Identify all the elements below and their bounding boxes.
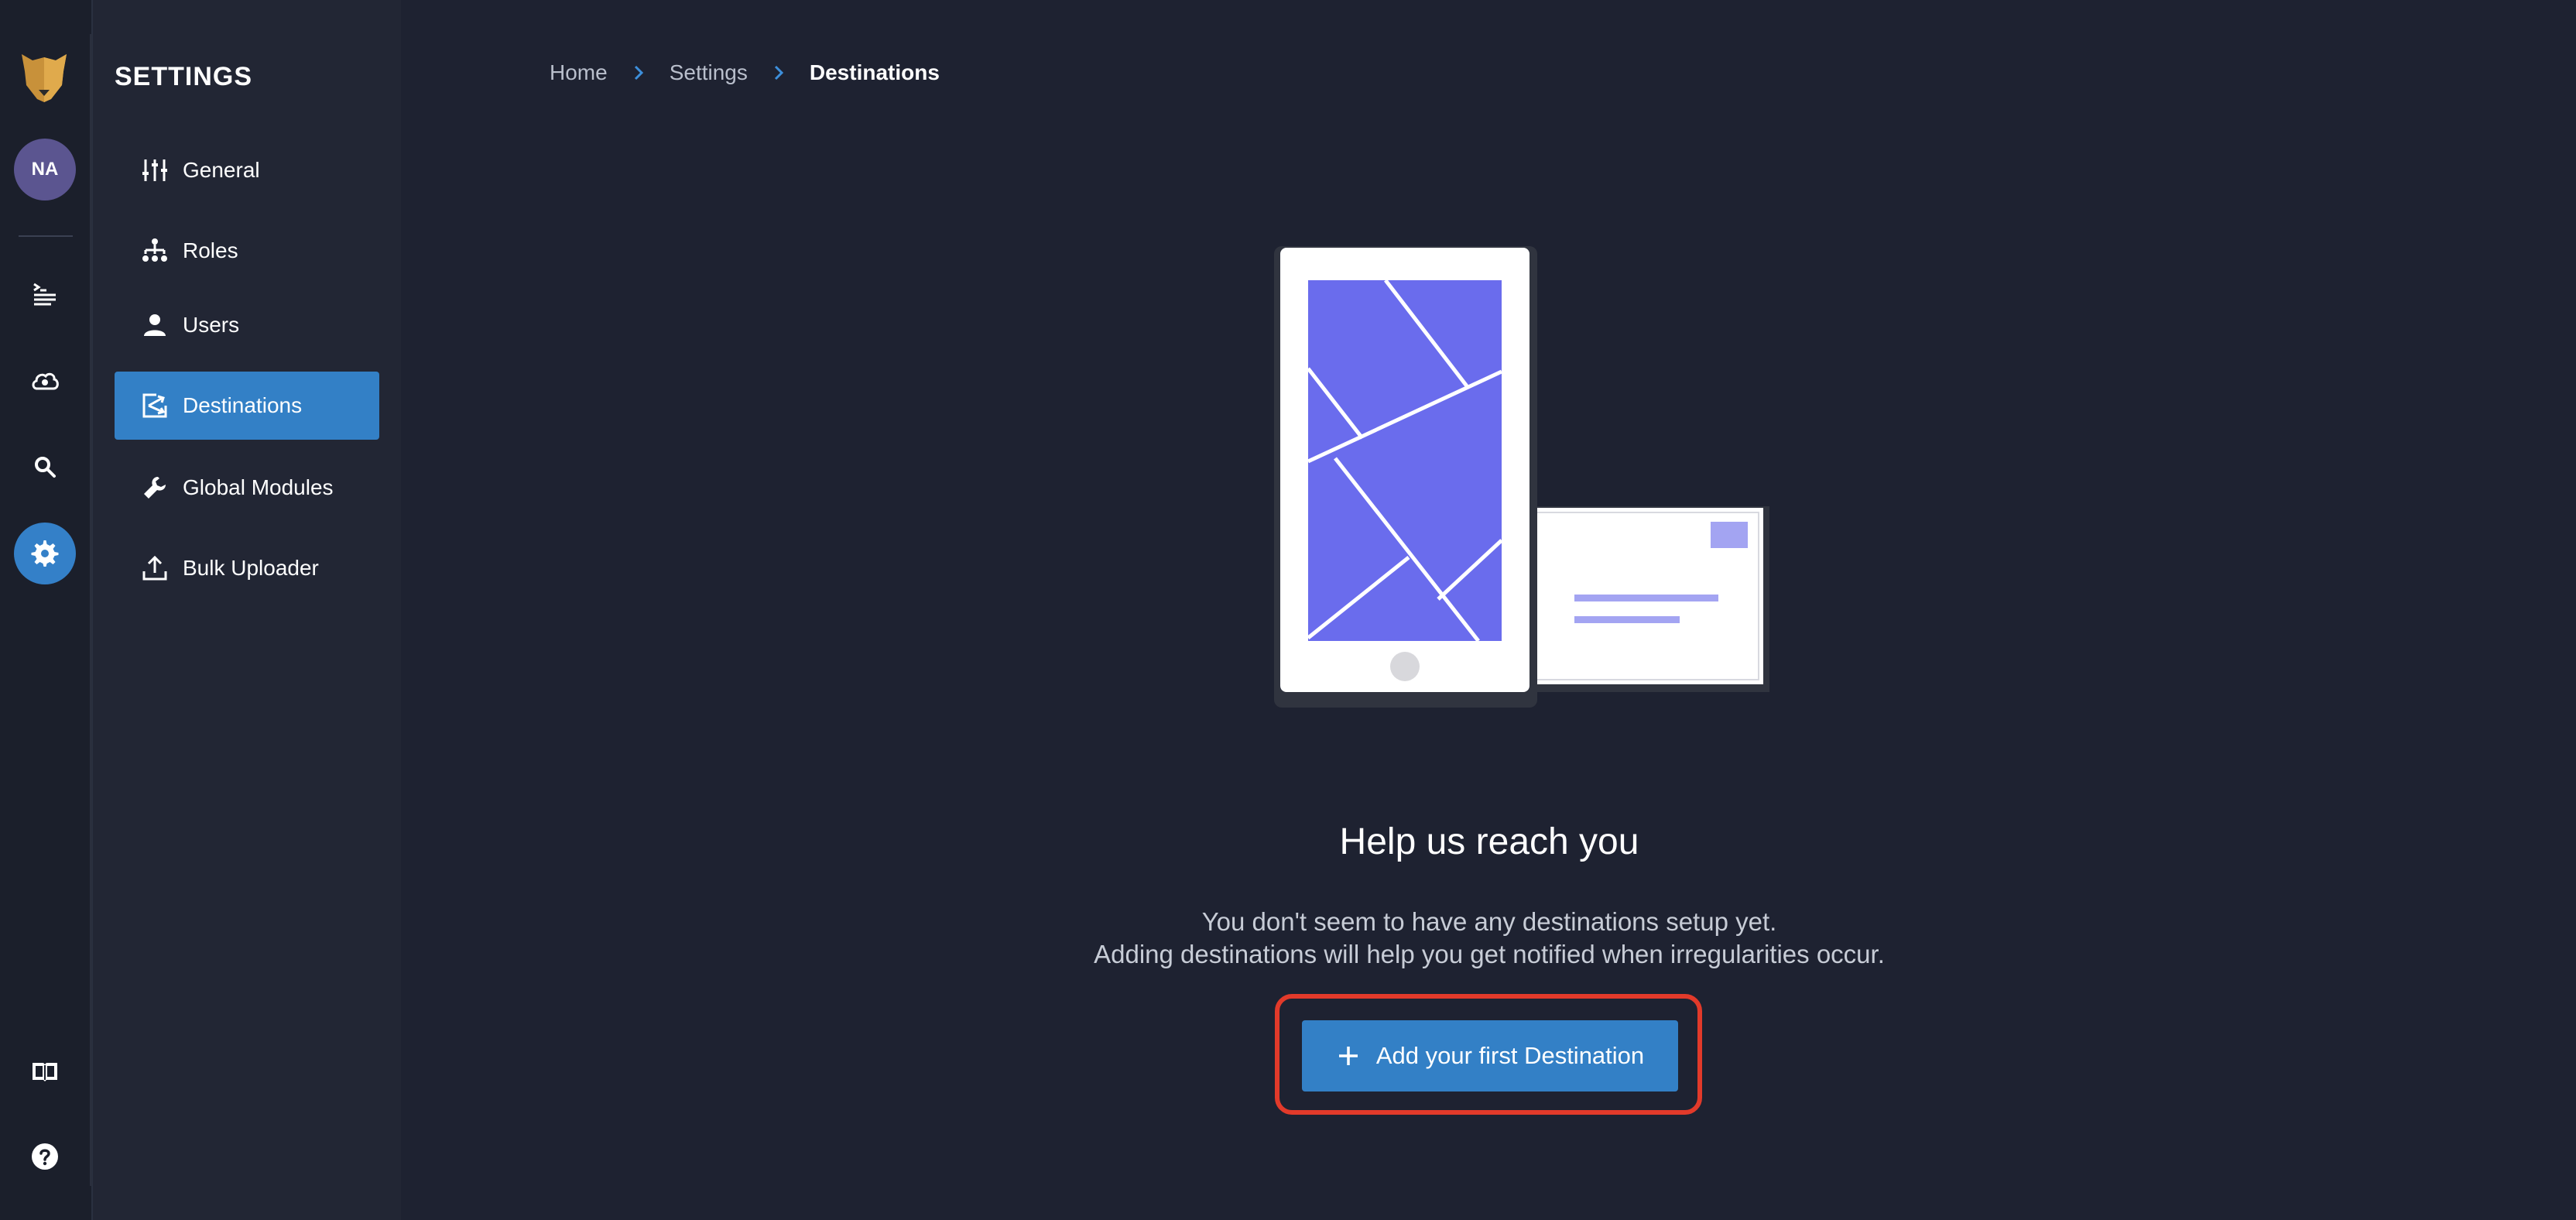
sidebar-item-roles[interactable]: Roles — [115, 217, 379, 285]
logs-icon — [33, 283, 56, 306]
sidebar-item-label: Roles — [183, 238, 238, 262]
user-icon — [139, 310, 170, 341]
add-destination-button[interactable]: Add your first Destination — [1302, 1020, 1678, 1091]
avatar[interactable]: NA — [14, 139, 76, 200]
help-icon — [32, 1143, 58, 1170]
sidebar-item-global-modules[interactable]: Global Modules — [115, 454, 379, 522]
search-icon — [35, 457, 56, 478]
empty-state-title: Help us reach you — [1339, 821, 1639, 862]
rail-docs-button[interactable] — [14, 1040, 76, 1102]
breadcrumb-settings[interactable]: Settings — [670, 60, 748, 85]
description-line-1: You don't seem to have any destinations … — [1201, 907, 1777, 936]
sidebar-item-label: Destinations — [183, 393, 303, 417]
description-line-2: Adding destinations will help you get no… — [1094, 940, 1885, 968]
sliders-icon — [139, 155, 170, 186]
rail-divider — [90, 34, 92, 1186]
hierarchy-icon — [139, 235, 170, 266]
book-icon — [33, 1063, 57, 1081]
sidebar-item-label: Bulk Uploader — [183, 556, 319, 580]
rail-settings-button[interactable] — [14, 523, 76, 584]
empty-state-illustration — [1269, 245, 1773, 709]
sidebar-item-destinations[interactable]: Destinations — [115, 372, 379, 440]
rail-monitor-button[interactable] — [14, 350, 76, 412]
sidebar-item-users[interactable]: Users — [115, 291, 379, 359]
breadcrumb-current: Destinations — [809, 60, 940, 84]
cloud-eye-icon — [32, 372, 59, 390]
avatar-initials: NA — [31, 159, 59, 180]
sidebar-item-general[interactable]: General — [115, 136, 379, 204]
wrench-icon — [139, 472, 170, 503]
sidebar-item-label: Global Modules — [183, 475, 334, 499]
breadcrumb: Home Settings Destinations — [550, 57, 940, 88]
sidebar-title: SETTINGS — [115, 62, 253, 91]
empty-state-description: You don't seem to have any destinations … — [947, 906, 2031, 971]
sidebar-item-label: General — [183, 158, 260, 182]
settings-sidebar: SETTINGS General Roles Users Destination… — [93, 0, 401, 1220]
rail-search-button[interactable] — [14, 436, 76, 498]
chevron-right-icon — [768, 62, 790, 84]
plus-icon — [1336, 1044, 1361, 1068]
gear-icon — [31, 540, 59, 567]
sidebar-item-bulk-uploader[interactable]: Bulk Uploader — [115, 534, 379, 602]
rail-help-button[interactable] — [14, 1126, 76, 1187]
upload-icon — [139, 553, 170, 584]
chevron-right-icon — [628, 62, 649, 84]
rail-logs-button[interactable] — [14, 264, 76, 326]
bear-logo-icon[interactable] — [15, 48, 73, 105]
destinations-icon — [139, 390, 170, 421]
add-destination-label: Add your first Destination — [1375, 1042, 1645, 1069]
sidebar-item-label: Users — [183, 313, 240, 337]
breadcrumb-home[interactable]: Home — [550, 60, 608, 85]
rail-separator — [19, 235, 73, 237]
